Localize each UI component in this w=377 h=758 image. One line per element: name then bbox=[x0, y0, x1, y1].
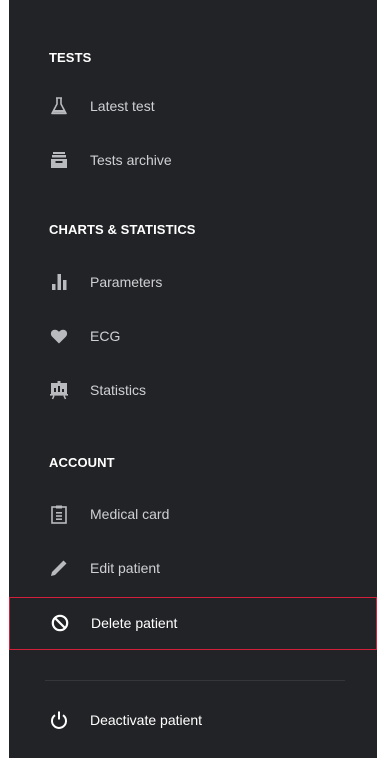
archive-icon bbox=[49, 150, 69, 170]
clipboard-icon bbox=[49, 504, 69, 524]
menu-item-label: Parameters bbox=[90, 274, 163, 290]
power-icon bbox=[49, 710, 69, 730]
menu-item-label: Deactivate patient bbox=[90, 712, 203, 728]
menu-item-label: Delete patient bbox=[91, 615, 178, 631]
menu-item-medical-card[interactable]: Medical card bbox=[9, 494, 377, 534]
flask-icon bbox=[49, 96, 69, 116]
bar-chart-icon bbox=[49, 272, 69, 292]
sidebar-menu: TESTS Latest test Tests archive CHARTS &… bbox=[9, 0, 377, 758]
menu-item-label: Tests archive bbox=[90, 152, 172, 168]
menu-item-edit-patient[interactable]: Edit patient bbox=[9, 548, 377, 588]
presentation-chart-icon bbox=[49, 380, 69, 400]
menu-item-ecg[interactable]: ECG bbox=[9, 316, 377, 356]
menu-item-label: ECG bbox=[90, 328, 121, 344]
menu-item-label: Medical card bbox=[90, 506, 170, 522]
menu-item-statistics[interactable]: Statistics bbox=[9, 370, 377, 410]
section-title-account: ACCOUNT bbox=[49, 455, 115, 470]
menu-item-tests-archive[interactable]: Tests archive bbox=[9, 140, 377, 180]
pencil-icon bbox=[49, 558, 69, 578]
section-title-charts: CHARTS & STATISTICS bbox=[49, 222, 196, 237]
menu-item-label: Statistics bbox=[90, 382, 147, 398]
menu-item-delete-patient[interactable]: Delete patient bbox=[9, 597, 377, 650]
section-title-tests: TESTS bbox=[49, 50, 92, 65]
block-icon bbox=[50, 613, 70, 633]
menu-item-latest-test[interactable]: Latest test bbox=[9, 86, 377, 126]
menu-item-label: Latest test bbox=[90, 98, 155, 114]
menu-item-deactivate-patient[interactable]: Deactivate patient bbox=[9, 700, 377, 740]
divider bbox=[45, 680, 345, 681]
heart-icon bbox=[49, 326, 69, 346]
menu-item-parameters[interactable]: Parameters bbox=[9, 262, 377, 302]
menu-item-label: Edit patient bbox=[90, 560, 161, 576]
